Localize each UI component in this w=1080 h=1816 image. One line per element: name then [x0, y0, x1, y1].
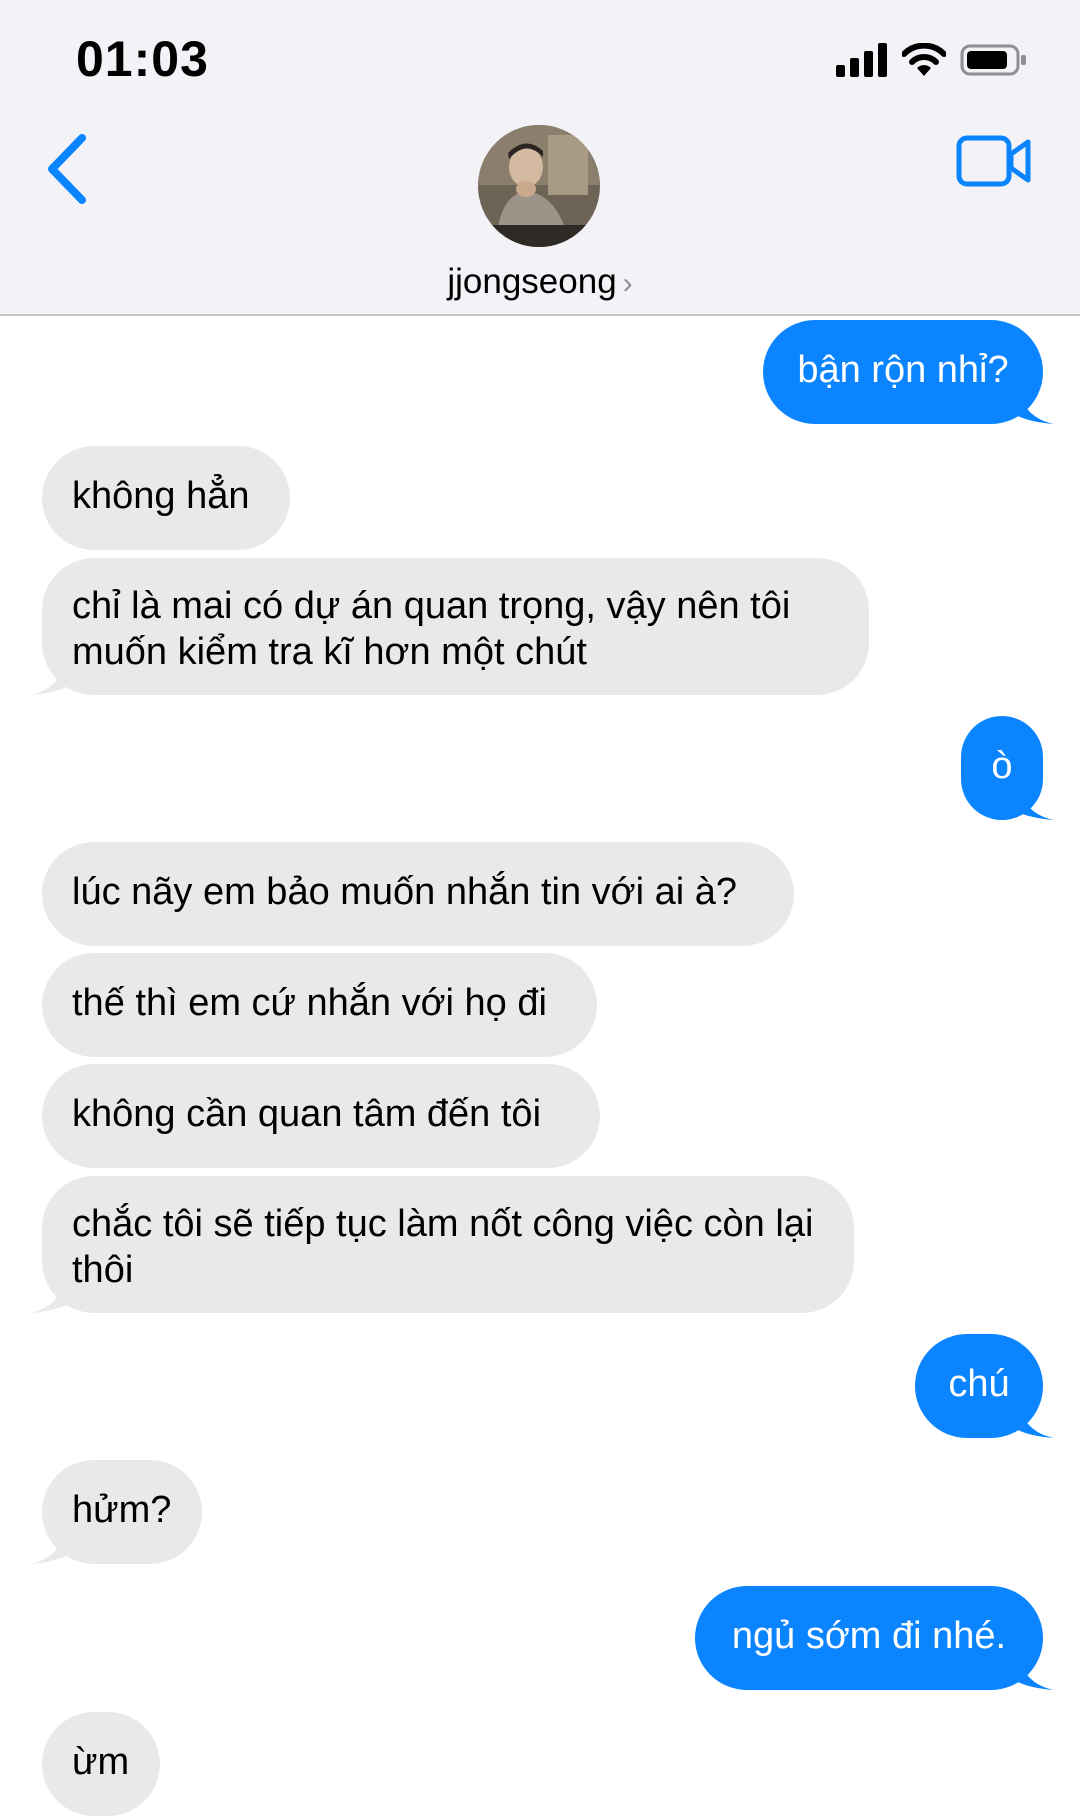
- received-message[interactable]: không cần quan tâm đến tôi: [42, 1064, 600, 1168]
- sent-bubble-tail: [1018, 1654, 1054, 1690]
- received-message[interactable]: lúc nãy em bảo muốn nhắn tin với ai à?: [42, 842, 794, 946]
- received-message[interactable]: không hẳn: [42, 446, 290, 550]
- message-text: bận rộn nhỉ?: [797, 349, 1009, 391]
- video-camera-icon: [956, 135, 1031, 187]
- back-button[interactable]: [38, 130, 98, 210]
- received-message[interactable]: ừm: [42, 1712, 160, 1816]
- received-message[interactable]: hửm?: [42, 1460, 202, 1564]
- received-bubble-tail: [30, 1277, 66, 1313]
- sent-bubble-tail: [1018, 388, 1054, 424]
- chevron-left-icon: [48, 134, 86, 204]
- sent-bubble-tail: [1018, 1402, 1054, 1438]
- received-message[interactable]: chỉ là mai có dự án quan trọng, vậy nên …: [42, 558, 869, 695]
- message-thread[interactable]: bận rộn nhỉ? không hẳn chỉ là mai có dự …: [0, 316, 1080, 1816]
- message-text: không cần quan tâm đến tôi: [72, 1093, 542, 1135]
- sent-message[interactable]: bận rộn nhỉ?: [763, 320, 1043, 424]
- message-text: ừm: [72, 1741, 130, 1783]
- battery-icon: [960, 44, 1026, 76]
- message-text: không hẳn: [72, 475, 250, 517]
- chevron-right-icon: ›: [622, 267, 633, 300]
- sent-message[interactable]: ngủ sớm đi nhé.: [695, 1586, 1043, 1690]
- message-text: hửm?: [72, 1489, 172, 1531]
- status-indicators: [836, 40, 1028, 80]
- received-message[interactable]: chắc tôi sẽ tiếp tục làm nốt công việc c…: [42, 1176, 854, 1313]
- status-time: 01:03: [76, 31, 209, 87]
- message-text: chắc tôi sẽ tiếp tục làm nốt công việc c…: [72, 1203, 814, 1291]
- avatar-photo: [478, 125, 600, 247]
- sent-bubble-tail: [1018, 784, 1054, 820]
- message-text: chỉ là mai có dự án quan trọng, vậy nên …: [72, 585, 791, 673]
- wifi-icon: [902, 43, 946, 76]
- video-call-button[interactable]: [956, 134, 1032, 188]
- message-text: thế thì em cứ nhắn với họ đi: [72, 982, 547, 1024]
- cellular-signal-icon: [836, 43, 887, 77]
- message-text: ò: [991, 745, 1013, 787]
- navigation-header: 01:03 jjongseong ›: [0, 0, 1080, 316]
- message-text: ngủ sớm đi nhé.: [731, 1615, 1007, 1657]
- message-text: chú: [948, 1363, 1010, 1405]
- contact-name-button[interactable]: jjongseong ›: [0, 262, 1080, 302]
- received-bubble-tail: [30, 1528, 66, 1564]
- message-text: lúc nãy em bảo muốn nhắn tin với ai à?: [72, 871, 737, 913]
- contact-avatar[interactable]: [478, 125, 600, 247]
- received-bubble-tail: [30, 659, 66, 695]
- received-message[interactable]: thế thì em cứ nhắn với họ đi: [42, 953, 597, 1057]
- contact-name: jjongseong: [447, 262, 617, 301]
